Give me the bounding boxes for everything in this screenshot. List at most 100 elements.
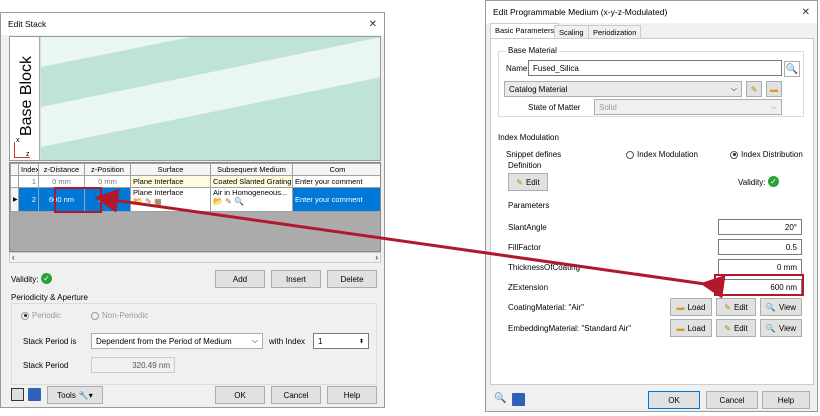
search-icon: 🔍 <box>785 63 799 75</box>
col-index[interactable]: Index <box>18 163 39 176</box>
stack-period-select[interactable]: Dependent from the Period of Medium ⌵ <box>91 333 263 349</box>
save-icon[interactable] <box>512 393 525 406</box>
row-pointer-icon: ▶ <box>10 187 19 212</box>
dialog-title: Edit Stack <box>8 19 47 29</box>
tab-basic-parameters[interactable]: Basic Parameters <box>490 23 560 39</box>
view-button[interactable]: 🔍 View <box>760 319 802 337</box>
cell-comment[interactable]: Enter your comment <box>292 175 380 188</box>
material-name: CoatingMaterial: "Air" <box>508 303 584 312</box>
param-name: ThicknessOfCoating <box>508 263 581 272</box>
delete-button[interactable]: Delete <box>327 270 377 288</box>
load-button[interactable]: ▬ Load <box>670 298 712 316</box>
index-distribution-radio[interactable]: Index Distribution <box>730 150 803 159</box>
view-button[interactable]: 🔍 View <box>760 298 802 316</box>
ok-button[interactable]: OK <box>215 386 265 404</box>
edit-programmable-medium-dialog: Edit Programmable Medium (x-y-z-Modulate… <box>485 0 818 412</box>
stack-preview: Base Block x z <box>9 36 381 161</box>
non-periodic-radio[interactable]: Non-Periodic <box>91 311 148 320</box>
title-bar: Edit Programmable Medium (x-y-z-Modulate… <box>486 1 817 23</box>
help-button[interactable]: Help <box>762 391 810 409</box>
title-bar: Edit Stack ✕ <box>1 13 384 35</box>
param-value[interactable]: 0.5 <box>718 239 802 255</box>
param-value[interactable]: 0 mm <box>718 259 802 275</box>
add-button[interactable]: Add <box>215 270 265 288</box>
grid-icon[interactable] <box>11 388 24 401</box>
definition-title: Definition <box>508 161 542 170</box>
folder-icon: ▬ <box>770 84 778 94</box>
edit-catalog-button[interactable]: ✎ <box>746 81 762 97</box>
col-z-distance[interactable]: z-Distance <box>38 163 85 176</box>
scroll-left-icon[interactable]: ‹ <box>12 253 15 262</box>
folder-icon: ▬ <box>676 302 685 312</box>
cell-surface-coated[interactable]: Coated Slanted Grating <box>210 175 293 188</box>
highlight-z-distance <box>54 187 102 213</box>
param-name: ZExtension <box>508 283 549 292</box>
grating-preview <box>41 37 380 160</box>
medium-tools: 📂 ✎ 🔍 <box>213 197 245 206</box>
close-button[interactable]: ✕ <box>802 7 810 18</box>
name-field[interactable]: Fused_Silica <box>528 60 782 76</box>
edit-definition-button[interactable]: ✎ Edit <box>508 173 548 191</box>
tools-button[interactable]: Tools 🔧▾ <box>47 386 103 404</box>
base-block-panel: Base Block x z <box>10 37 40 160</box>
open-catalog-button[interactable]: ▬ <box>766 81 782 97</box>
medium-label: Air in Homogeneous... <box>213 188 288 198</box>
save-icon[interactable] <box>28 388 41 401</box>
pencil-icon: ✎ <box>724 323 731 333</box>
validity-label: Validity: <box>738 178 766 187</box>
axis-z-label: z <box>26 151 30 158</box>
cell-z-position: 0 mm <box>84 175 131 188</box>
cell-z-distance[interactable]: 0 mm <box>38 175 85 188</box>
search-material-button[interactable]: 🔍 <box>784 61 800 77</box>
table-row[interactable]: 1 0 mm 0 mm Plane Interface Coated Slant… <box>10 175 380 188</box>
tab-periodization[interactable]: Periodization <box>588 25 642 39</box>
snippet-defines-label: Snippet defines <box>506 150 562 159</box>
horizontal-scrollbar[interactable]: ‹ › <box>9 252 381 263</box>
stack-period-is-label: Stack Period is <box>23 337 77 346</box>
folder-icon: ▬ <box>676 323 685 333</box>
close-button[interactable]: ✕ <box>369 19 377 30</box>
search-icon: 🔍 <box>765 323 776 333</box>
with-index-spinner[interactable]: 1 ⬍ <box>313 333 369 349</box>
cell-comment[interactable]: Enter your comment <box>292 187 380 212</box>
edit-button[interactable]: ✎ Edit <box>716 298 756 316</box>
cell-medium[interactable]: Air in Homogeneous... 📂 ✎ 🔍 <box>210 187 293 212</box>
param-value[interactable]: 20° <box>718 219 802 235</box>
with-index-label: with Index <box>269 337 306 346</box>
cancel-button[interactable]: Cancel <box>706 391 758 409</box>
chevron-down-icon: ⌵ <box>251 336 258 345</box>
material-name: EmbeddingMaterial: "Standard Air" <box>508 324 632 333</box>
tools-icon: 🔧▾ <box>78 390 93 400</box>
col-z-position[interactable]: z-Position <box>84 163 131 176</box>
col-comment[interactable]: Com <box>292 163 380 176</box>
highlight-z-extension <box>714 274 804 296</box>
cancel-button[interactable]: Cancel <box>271 386 321 404</box>
param-name: SlantAngle <box>508 223 547 232</box>
scroll-right-icon[interactable]: › <box>375 253 378 262</box>
col-surface[interactable]: Surface <box>130 163 211 176</box>
name-label: Name <box>506 64 528 73</box>
base-block-label: Base Block <box>18 55 35 137</box>
insert-button[interactable]: Insert <box>271 270 321 288</box>
index-modulation-title: Index Modulation <box>498 133 559 142</box>
surface-label: Plane Interface <box>133 188 184 198</box>
table-header-row: Index z-Distance z-Position Surface Subs… <box>10 163 380 176</box>
surface-tools: 📂 ✎ ▦ <box>133 197 162 206</box>
index-modulation-radio[interactable]: Index Modulation <box>626 150 698 159</box>
catalog-material-select[interactable]: Catalog Material ⌵ <box>504 81 742 97</box>
load-button[interactable]: ▬ Load <box>670 319 712 337</box>
cell-surface[interactable]: Plane Interface <box>130 175 211 188</box>
edit-button[interactable]: ✎ Edit <box>716 319 756 337</box>
state-of-matter-label: State of Matter <box>528 103 581 112</box>
help-button[interactable]: Help <box>327 386 377 404</box>
ok-button[interactable]: OK <box>648 391 700 409</box>
param-name: FillFactor <box>508 243 541 252</box>
col-subsequent-medium[interactable]: Subsequent Medium <box>210 163 293 176</box>
search-icon[interactable]: 🔍 <box>494 393 507 406</box>
tab-scaling[interactable]: Scaling <box>554 25 589 39</box>
spinner-icon[interactable]: ⬍ <box>359 338 364 345</box>
base-material-title: Base Material <box>506 46 559 55</box>
pencil-icon: ✎ <box>516 177 523 187</box>
cell-surface[interactable]: Plane Interface 📂 ✎ ▦ <box>130 187 211 212</box>
periodic-radio[interactable]: Periodic <box>21 311 61 320</box>
